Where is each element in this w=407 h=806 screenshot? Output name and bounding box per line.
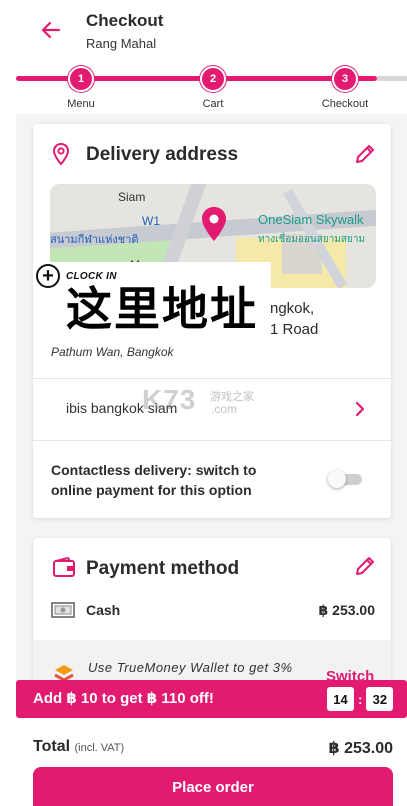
step-checkout-label: Checkout	[321, 98, 369, 110]
cash-icon	[51, 602, 75, 618]
map-label-w1: W1	[142, 214, 160, 228]
total-label-text: Total	[33, 738, 71, 755]
top-bar: Checkout Rang Mahal	[0, 0, 407, 62]
page-title: Checkout	[86, 11, 164, 30]
stepper-track-remaining	[377, 76, 407, 81]
timer-minutes: 14	[327, 687, 354, 711]
total-label: Total (incl. VAT)	[33, 738, 124, 756]
step-cart-dot[interactable]: 2	[200, 66, 226, 92]
step-menu-label[interactable]: Menu	[67, 98, 95, 110]
step-menu-dot[interactable]: 1	[68, 66, 94, 92]
payment-method-title: Payment method	[86, 558, 240, 579]
edit-payment-icon[interactable]	[353, 554, 377, 578]
step-checkout-dot: 3	[332, 66, 358, 92]
map-label-thai: สนามกีฬาแห่งชาติ	[50, 234, 139, 246]
clock-in-label: CLOCK IN	[66, 270, 117, 282]
map-marker-icon	[202, 207, 226, 241]
map-label-siam: Siam	[118, 190, 146, 204]
map-label-onesiam-thai: ทางเชื่อมออนสยามสยาม	[258, 234, 366, 245]
timer-seconds: 32	[366, 687, 394, 711]
watermark-com: .com	[211, 402, 238, 416]
edit-address-icon[interactable]	[353, 142, 377, 166]
chevron-right-icon[interactable]	[353, 400, 367, 418]
voucher-text: Add ฿ 10 to get ฿ 110 off!	[33, 690, 214, 707]
total-vat-note: (incl. VAT)	[74, 742, 125, 754]
restaurant-name: Rang Mahal	[86, 36, 157, 51]
location-pin-icon	[52, 142, 70, 166]
checkout-stepper: 1 2 3 Menu Cart Checkout	[0, 62, 407, 114]
toggle-knob	[328, 470, 346, 488]
overlay-text: 这里地址	[66, 283, 258, 335]
payment-amount: ฿ 253.00	[318, 602, 375, 618]
watermark-logo: K73	[142, 384, 197, 415]
divider	[33, 440, 391, 441]
countdown-timer: 14 : 32	[327, 687, 394, 711]
step-cart-label[interactable]: Cart	[203, 98, 224, 110]
address-district: Pathum Wan, Bangkok	[51, 345, 174, 359]
plus-circle-icon: +	[36, 264, 60, 288]
contactless-delivery-text: Contactless delivery: switch to online p…	[51, 462, 257, 498]
timer-separator: :	[358, 691, 363, 707]
divider	[33, 378, 391, 379]
back-button[interactable]	[36, 16, 64, 44]
truemoney-promo-text: Use TrueMoney Wallet to get 3%	[88, 660, 293, 675]
delivery-address-title: Delivery address	[86, 144, 239, 165]
back-arrow-icon	[41, 21, 61, 39]
total-amount: ฿ 253.00	[328, 740, 393, 757]
place-order-button[interactable]: Place order	[33, 767, 393, 806]
wallet-icon	[53, 557, 75, 577]
payment-method-name: Cash	[86, 602, 121, 618]
address-line-2: 1 Road	[270, 321, 319, 338]
contactless-toggle[interactable]	[328, 470, 364, 488]
map-label-onesiam: OneSiam Skywalk	[258, 212, 364, 227]
address-line-1: ngkok,	[270, 300, 315, 317]
voucher-banner[interactable]: Add ฿ 10 to get ฿ 110 off! 14 : 32	[16, 680, 407, 718]
